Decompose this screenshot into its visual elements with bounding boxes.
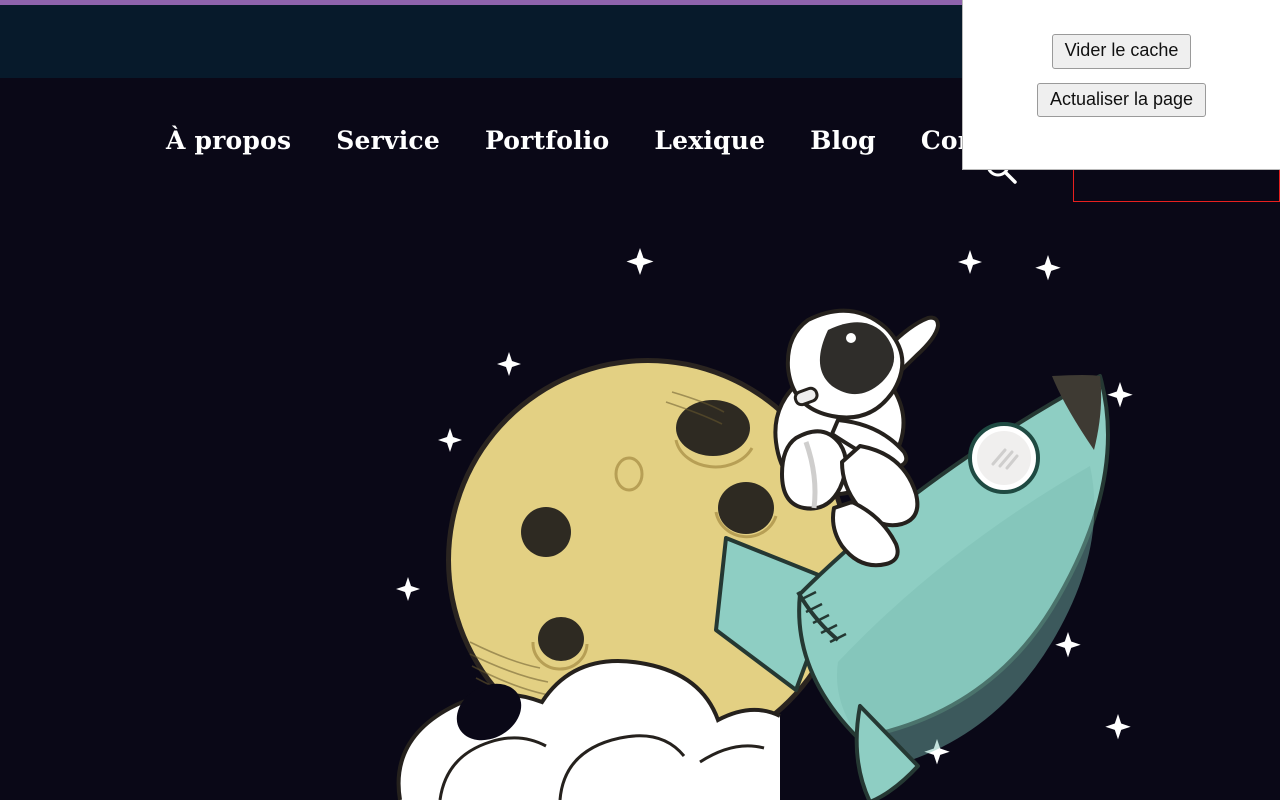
nav-item-service[interactable]: Service <box>336 126 440 155</box>
page-root: À propos Service Portfolio Lexique Blog … <box>0 0 1280 800</box>
nav-item-lexique[interactable]: Lexique <box>654 126 765 155</box>
moon-crater <box>718 482 774 534</box>
hero-illustration <box>0 202 1280 800</box>
reload-page-button[interactable]: Actualiser la page <box>1036 82 1207 118</box>
space-scene-svg <box>0 202 1280 800</box>
moon-crater <box>521 507 571 557</box>
moon-crater <box>538 617 584 661</box>
rocket-window-glass <box>977 431 1031 485</box>
visor-glint <box>846 333 856 343</box>
nav-item-a-propos[interactable]: À propos <box>166 126 291 155</box>
nav-item-blog[interactable]: Blog <box>810 126 876 155</box>
moon-crater <box>676 400 750 456</box>
nav-item-portfolio[interactable]: Portfolio <box>485 126 609 155</box>
cache-dialog-panel: Vider le cache Actualiser la page <box>962 0 1280 170</box>
search-icon-handle <box>1003 170 1017 184</box>
clear-cache-button[interactable]: Vider le cache <box>1051 34 1192 69</box>
